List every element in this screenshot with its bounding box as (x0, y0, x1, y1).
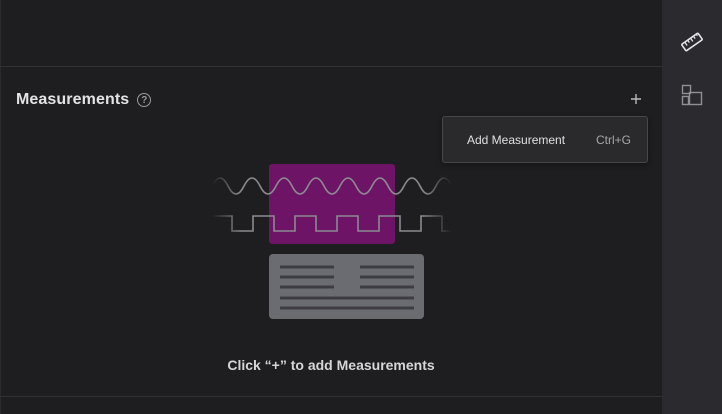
ruler-icon (681, 32, 703, 52)
plus-icon (631, 94, 641, 104)
menu-item-add-measurement[interactable]: Add Measurement (467, 133, 565, 147)
measurements-panel: Measurements ? Add Measurement Ctrl+G Cl… (0, 0, 662, 414)
sidebar-item-widgets[interactable] (662, 75, 722, 115)
empty-state-message: Click “+” to add Measurements (227, 357, 435, 373)
panel-header: Measurements ? (16, 88, 152, 112)
right-sidebar (662, 0, 722, 414)
panel-title: Measurements (16, 91, 130, 108)
add-measurement-menu: Add Measurement Ctrl+G (442, 116, 648, 163)
widgets-icon (681, 84, 703, 106)
signal-highlight-box (269, 164, 395, 244)
add-measurement-button[interactable] (626, 89, 646, 109)
bottom-divider (0, 396, 662, 397)
help-icon[interactable]: ? (137, 93, 152, 107)
menu-item-shortcut: Ctrl+G (595, 132, 631, 147)
top-empty-region (0, 0, 662, 67)
sidebar-item-measurements[interactable] (662, 22, 722, 62)
empty-state-illustration (212, 164, 452, 319)
